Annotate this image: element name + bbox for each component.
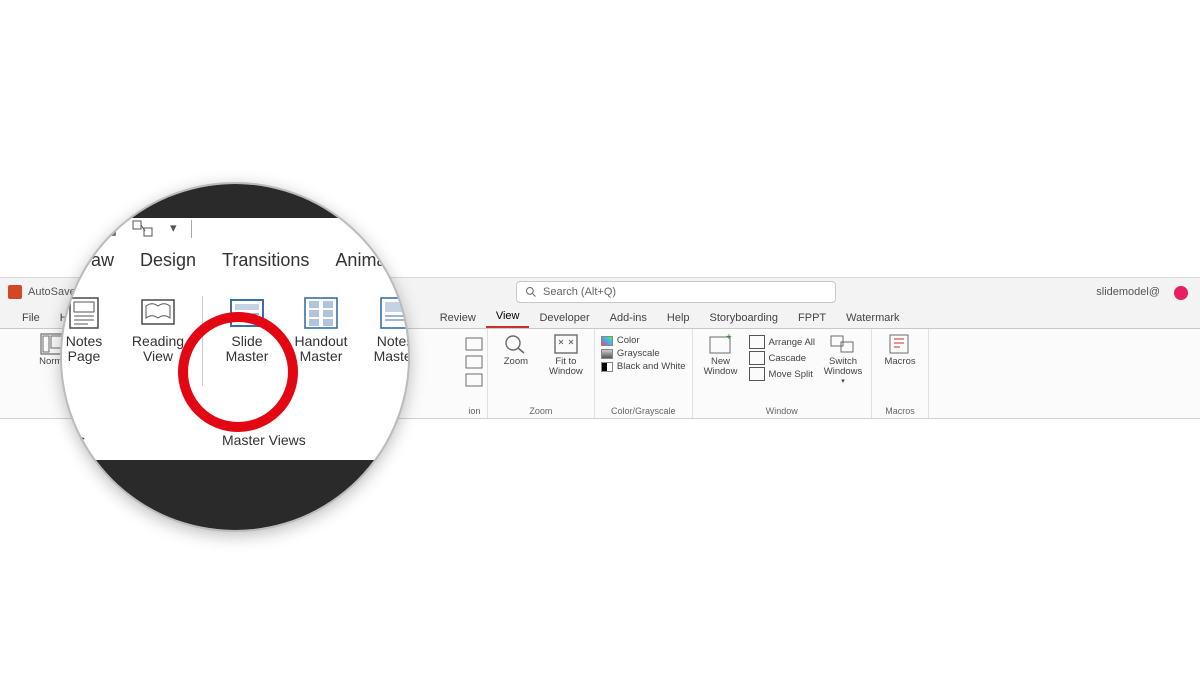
tab-animations[interactable]: Animatio xyxy=(335,250,405,271)
cascade-icon xyxy=(749,351,765,365)
user-avatar-icon[interactable] xyxy=(1174,286,1188,300)
bw-icon xyxy=(601,362,613,372)
notes-master-icon xyxy=(375,296,410,330)
touch-mode-icon[interactable] xyxy=(132,220,156,238)
search-icon xyxy=(525,286,537,298)
search-input[interactable]: Search (Alt+Q) xyxy=(516,281,836,303)
highlight-ring-icon xyxy=(178,312,298,432)
tab-draw[interactable]: Draw xyxy=(72,250,114,271)
tab-storyboarding[interactable]: Storyboarding xyxy=(700,312,789,328)
guides-icon[interactable] xyxy=(465,355,483,369)
tab-help[interactable]: Help xyxy=(657,312,700,328)
cascade-button[interactable]: Cascade xyxy=(749,351,815,365)
tab-watermark[interactable]: Watermark xyxy=(836,312,909,328)
reading-view-icon xyxy=(138,296,178,330)
tab-design[interactable]: Design xyxy=(140,250,196,271)
tab-addins[interactable]: Add-ins xyxy=(600,312,657,328)
move-split-button[interactable]: Move Split xyxy=(749,367,815,381)
zoom-button[interactable]: Zoom xyxy=(494,333,538,367)
switch-windows-icon xyxy=(829,333,857,355)
grayscale-icon xyxy=(601,349,613,359)
group-color-grayscale: Color Grayscale Black and White Color/Gr… xyxy=(595,329,693,418)
handout-master-icon xyxy=(301,296,341,330)
notes-page-button[interactable]: Notes Page xyxy=(60,296,116,386)
tab-file[interactable]: File xyxy=(12,312,50,328)
chevron-down-icon: ▾ xyxy=(841,378,845,386)
grayscale-button[interactable]: Grayscale xyxy=(601,348,686,359)
customize-qat-icon[interactable]: ▾ xyxy=(170,220,177,238)
arrange-icon xyxy=(749,335,765,349)
group-show: ion xyxy=(462,329,488,418)
ruler-icon[interactable] xyxy=(465,337,483,351)
split-icon xyxy=(749,367,765,381)
magnifier-lens: ▾ Draw Design Transitions Animatio Notes… xyxy=(60,182,410,532)
group-label-left: ws xyxy=(68,432,85,448)
group-macros: Macros Macros xyxy=(872,329,929,418)
fit-window-icon xyxy=(552,333,580,355)
fit-to-window-button[interactable]: Fit to Window xyxy=(544,333,588,378)
notes-page-icon xyxy=(64,296,104,330)
arrange-all-button[interactable]: Arrange All xyxy=(749,335,815,349)
handout-master-button[interactable]: Handout Master xyxy=(289,296,353,386)
username-label: slidemodel@ xyxy=(1096,286,1160,298)
notes-master-button[interactable]: Notes Master xyxy=(363,296,410,386)
group-zoom: Zoom Fit to Window Zoom xyxy=(488,329,595,418)
tab-transitions[interactable]: Transitions xyxy=(222,250,309,271)
macros-icon xyxy=(886,333,914,355)
color-icon xyxy=(601,336,613,346)
tab-fppt[interactable]: FPPT xyxy=(788,312,836,328)
powerpoint-logo-icon xyxy=(8,285,22,299)
tab-developer[interactable]: Developer xyxy=(529,312,599,328)
magnifier-tabs: Draw Design Transitions Animatio xyxy=(72,250,405,271)
macros-button[interactable]: Macros xyxy=(878,333,922,367)
color-button[interactable]: Color xyxy=(601,335,686,346)
notes-icon[interactable] xyxy=(465,373,483,387)
new-window-icon: + xyxy=(707,333,735,355)
search-placeholder: Search (Alt+Q) xyxy=(543,286,616,298)
switch-windows-button[interactable]: Switch Windows ▾ xyxy=(821,333,865,386)
tab-view[interactable]: View xyxy=(486,310,530,328)
zoom-icon xyxy=(502,333,530,355)
svg-text:+: + xyxy=(726,333,732,343)
tab-review[interactable]: Review xyxy=(430,312,486,328)
group-label-master-views: Master Views xyxy=(222,432,306,448)
new-window-button[interactable]: + New Window xyxy=(699,333,743,378)
group-window: + New Window Arrange All Cascade Move Sp… xyxy=(693,329,872,418)
black-white-button[interactable]: Black and White xyxy=(601,361,686,372)
quick-access-toolbar: ▾ xyxy=(98,220,192,238)
present-icon[interactable] xyxy=(98,220,118,238)
